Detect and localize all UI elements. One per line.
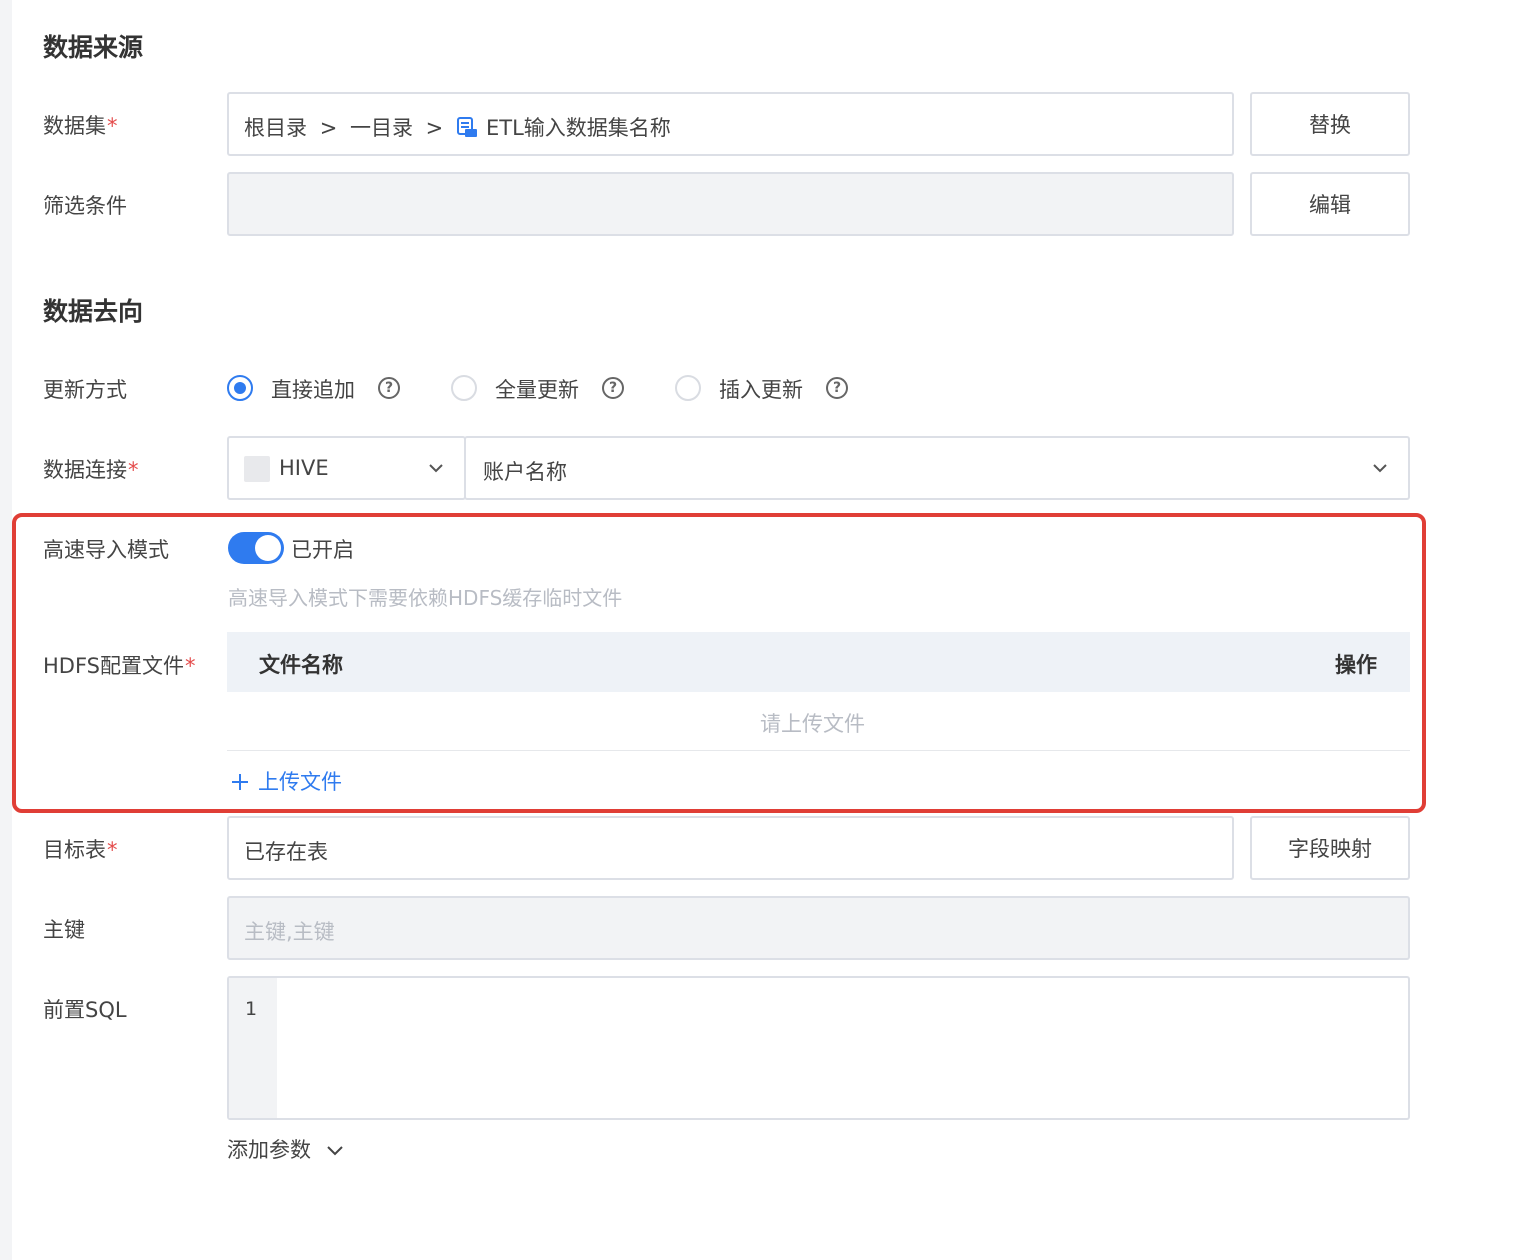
column-action: 操作 [1335,653,1377,677]
add-params-label: 添加参数 [227,1138,311,1162]
breadcrumb-folder[interactable]: 一目录 [350,116,413,140]
radio-append[interactable] [227,375,253,401]
account-value: 账户名称 [483,460,567,484]
chevron-down-icon [326,1146,343,1156]
column-file-name: 文件名称 [259,653,343,677]
replace-button[interactable]: 替换 [1250,92,1410,156]
line-number: 1 [245,998,258,1020]
radio-full-update[interactable] [451,375,477,401]
field-mapping-button[interactable]: 字段映射 [1250,816,1410,880]
database-icon [244,456,270,482]
target-table-value: 已存在表 [244,840,328,864]
plus-icon [232,774,248,790]
etl-dataset-icon [456,116,478,143]
help-icon[interactable]: ? [602,377,624,399]
dataset-name: ETL输入数据集名称 [485,116,671,140]
dataset-path-field[interactable]: 根目录 > 一目录 > ETL输入数据集名称 [227,92,1234,156]
dataset-label: 数据集* [43,114,118,138]
left-edge [0,0,12,1260]
filter-label: 筛选条件 [43,194,127,218]
upload-file-label: 上传文件 [258,770,342,794]
primary-key-label: 主键 [43,918,85,942]
pre-sql-editor[interactable]: 1 [227,976,1410,1120]
radio-full-update-label[interactable]: 全量更新 [495,374,579,404]
connection-label: 数据连接* [43,458,139,482]
fast-import-toggle[interactable] [228,532,284,564]
fast-import-label: 高速导入模式 [43,538,169,562]
primary-key-placeholder: 主键,主键 [244,920,335,944]
db-type-select[interactable]: HIVE [227,436,466,500]
toggle-knob [255,535,281,561]
radio-upsert[interactable] [675,375,701,401]
hdfs-table-header: 文件名称 操作 [227,632,1410,692]
filter-field[interactable] [227,172,1234,236]
primary-key-field[interactable]: 主键,主键 [227,896,1410,960]
edit-button[interactable]: 编辑 [1250,172,1410,236]
update-mode-label: 更新方式 [43,378,127,402]
add-params-toggle[interactable]: 添加参数 [227,1134,344,1164]
db-type-value: HIVE [279,456,329,480]
target-table-label: 目标表* [43,838,118,862]
dataset-path: 根目录 > 一目录 > ETL输入数据集名称 [244,112,671,143]
table-divider [227,750,1410,751]
chevron-down-icon [1373,464,1387,473]
fast-import-hint: 高速导入模式下需要依赖HDFS缓存临时文件 [228,586,623,610]
pre-sql-label: 前置SQL [43,998,127,1022]
breadcrumb-separator: > [319,116,338,140]
help-icon[interactable]: ? [826,377,848,399]
target-table-field[interactable]: 已存在表 [227,816,1234,880]
radio-upsert-label[interactable]: 插入更新 [719,374,803,404]
hdfs-label: HDFS配置文件* [43,654,196,678]
fast-import-status: 已开启 [291,538,354,562]
radio-append-label[interactable]: 直接追加 [271,374,355,404]
section-title-target: 数据去向 [43,297,144,326]
breadcrumb-separator: > [425,116,444,140]
account-select[interactable]: 账户名称 [464,436,1410,500]
help-icon[interactable]: ? [378,377,400,399]
chevron-down-icon [429,464,443,473]
upload-file-button[interactable]: 上传文件 [230,766,342,796]
hdfs-empty-text: 请上传文件 [760,712,865,736]
breadcrumb-root[interactable]: 根目录 [244,116,307,140]
section-title-source: 数据来源 [43,33,144,62]
